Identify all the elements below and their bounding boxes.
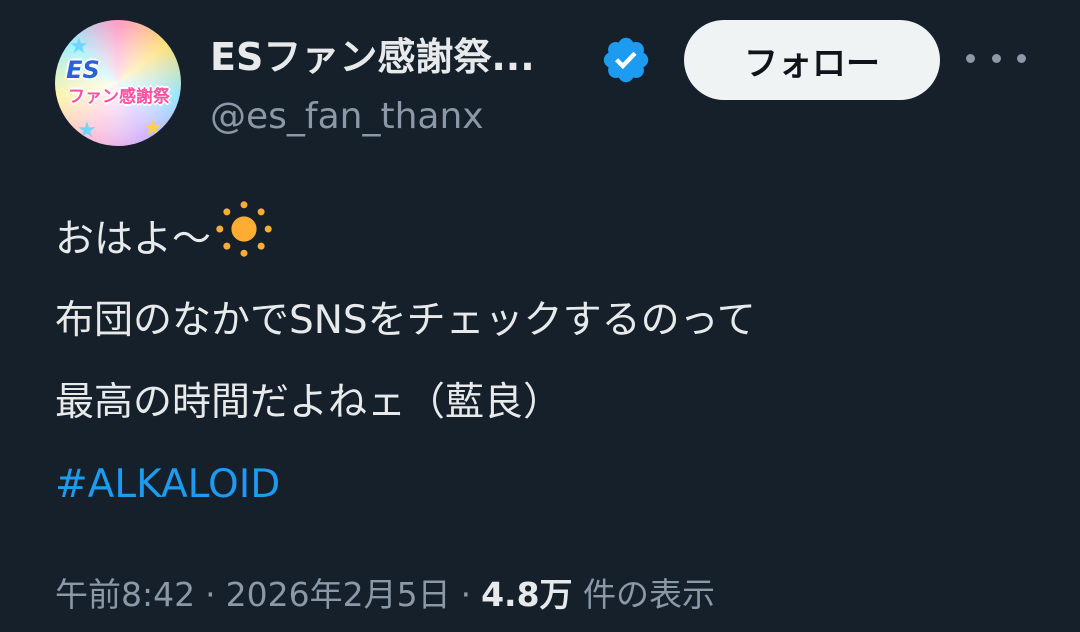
display-name[interactable]: ESファン感謝祭... (210, 26, 535, 81)
views-label: 件の表示 (572, 575, 716, 614)
avatar-logo-top: ES (66, 56, 100, 84)
more-dot (991, 53, 1001, 63)
star-icon: ★ (143, 116, 163, 141)
tweet-meta: 午前8:42 · 2026年2月5日 · 4.8万 件の表示 (55, 568, 715, 616)
tweet-time[interactable]: 午前8:42 (55, 575, 195, 614)
follow-button[interactable]: フォロー (684, 20, 940, 100)
tweet-line-2: 布団のなかでSNSをチェックするのって (55, 298, 756, 343)
tweet-text: おはよ〜 布団のなかでSNSをチェックするのって 最高の時間だよねェ（藍良） #… (55, 198, 1055, 526)
hashtag-link[interactable]: #ALKALOID (55, 462, 280, 507)
verified-badge-icon (603, 37, 649, 83)
hashtag-line: #ALKALOID (55, 444, 1055, 526)
tweet-line-3: 最高の時間だよねェ（藍良） (55, 380, 563, 425)
sun-emoji-icon (216, 201, 272, 257)
avatar[interactable]: ★ ★ ★ ES ファン感謝祭 (55, 20, 181, 146)
user-handle[interactable]: @es_fan_thanx (210, 96, 484, 137)
more-dot (1017, 53, 1026, 63)
more-dot (966, 53, 975, 63)
more-options-icon[interactable] (966, 38, 1026, 78)
avatar-logo-main: ファン感謝祭 (68, 87, 170, 107)
meta-separator: · (460, 575, 472, 614)
tweet-card: ★ ★ ★ ES ファン感謝祭 ESファン感謝祭... フォロー @es_fan… (0, 0, 1080, 632)
views-count[interactable]: 4.8万 (481, 575, 572, 614)
tweet-date[interactable]: 2026年2月5日 (226, 575, 451, 614)
tweet-line-1-text: おはよ〜 (55, 217, 212, 262)
tweet-line-1: おはよ〜 (55, 198, 1055, 280)
star-icon: ★ (77, 118, 97, 143)
meta-separator: · (205, 575, 216, 614)
